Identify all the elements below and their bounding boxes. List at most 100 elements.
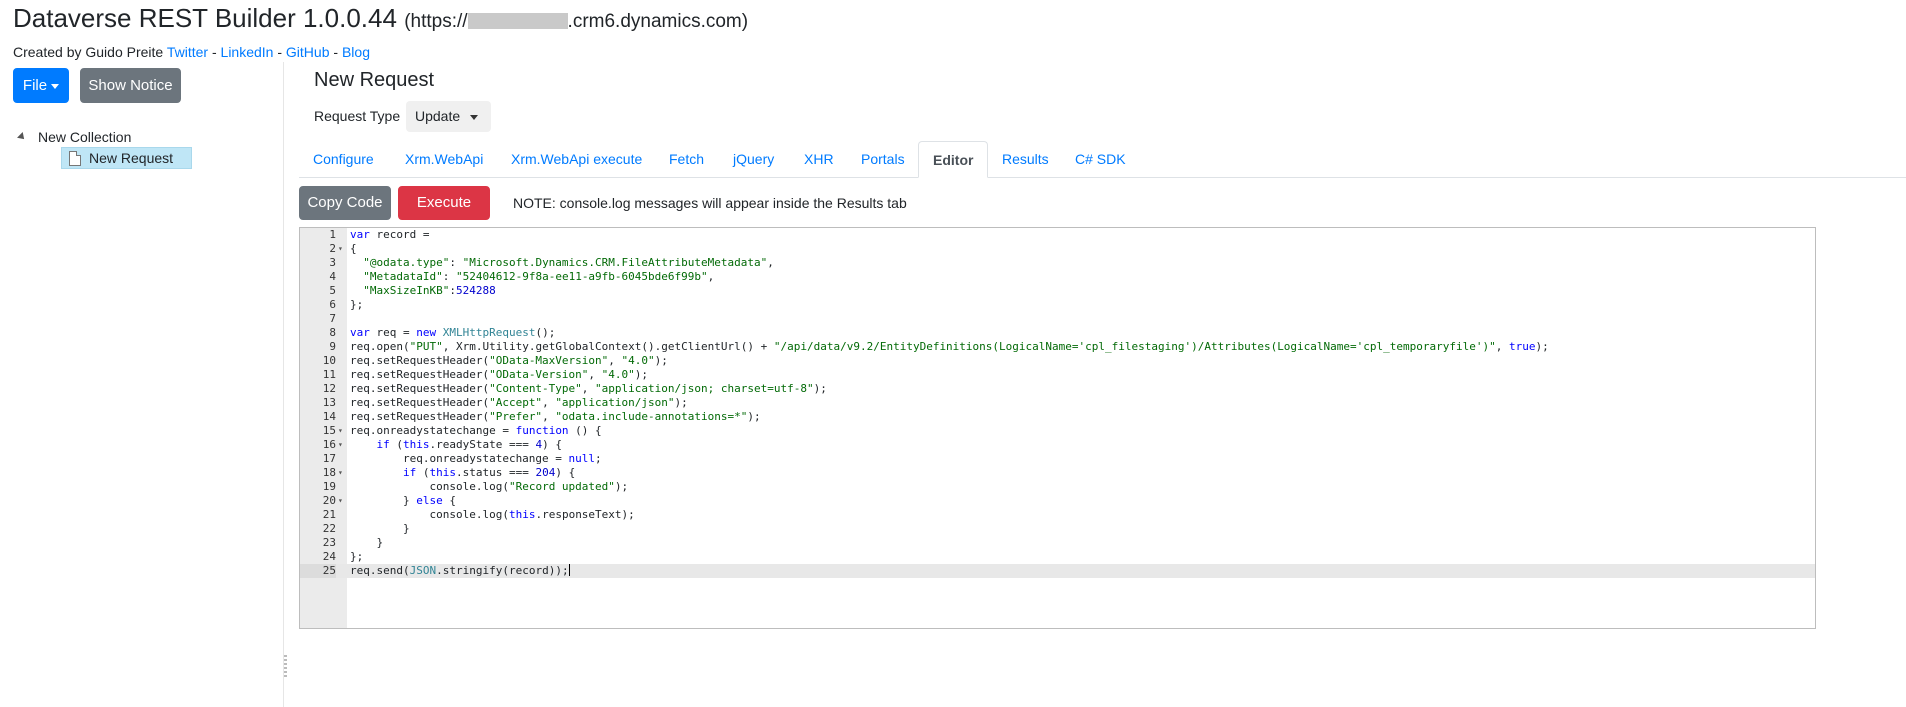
line-number: 21 <box>322 508 336 521</box>
twitter-link[interactable]: Twitter <box>167 44 208 60</box>
tab-results[interactable]: Results <box>1002 141 1049 178</box>
link-separator: - <box>277 44 283 60</box>
request-type-value: Update <box>415 108 461 124</box>
request-tabs: Configure Xrm.WebApi Xrm.WebApi execute … <box>299 141 1906 178</box>
request-type-dropdown[interactable]: Update <box>406 101 491 132</box>
code-line[interactable]: 19 console.log("Record updated"); <box>300 480 1815 494</box>
line-number: 24 <box>322 550 336 563</box>
code-line[interactable]: 5 "MaxSizeInKB":524288 <box>300 284 1815 298</box>
line-number: 10 <box>322 354 336 367</box>
fold-toggle-icon[interactable]: ▾ <box>338 438 343 452</box>
code-line[interactable]: 14 req.setRequestHeader("Prefer", "odata.… <box>300 410 1815 424</box>
link-separator: - <box>211 44 217 60</box>
org-url-prefix: (https:// <box>404 11 468 32</box>
fold-toggle-icon[interactable]: ▾ <box>338 466 343 480</box>
code-line[interactable]: 3 "@odata.type": "Microsoft.Dynamics.CRM… <box>300 256 1815 270</box>
line-number: 13 <box>322 396 336 409</box>
code-line[interactable]: 23 } <box>300 536 1815 550</box>
tab-portals[interactable]: Portals <box>861 141 905 178</box>
line-number: 19 <box>322 480 336 493</box>
code-line[interactable]: 9 req.open("PUT", Xrm.Utility.getGlobalCo… <box>300 340 1815 354</box>
fold-toggle-icon[interactable]: ▾ <box>338 242 343 256</box>
tab-fetch[interactable]: Fetch <box>669 141 704 178</box>
request-title: New Request <box>314 69 435 91</box>
code-line[interactable]: 8 var req = new XMLHttpRequest(); <box>300 326 1815 340</box>
code-line[interactable]: 17 req.onreadystatechange = null; <box>300 452 1815 466</box>
code-line[interactable]: 4 "MetadataId": "52404612-9f8a-ee11-a9fb… <box>300 270 1815 284</box>
tree-node-request[interactable]: New Request <box>61 147 192 169</box>
panel-resize-handle[interactable] <box>284 655 287 679</box>
credits-line: Created by Guido Preite Twitter - Linked… <box>13 44 748 60</box>
line-number: 6 <box>329 298 336 311</box>
tab-editor[interactable]: Editor <box>918 141 989 178</box>
code-line[interactable]: 24}; <box>300 550 1815 564</box>
copy-code-button[interactable]: Copy Code <box>299 186 391 220</box>
tab-xrm-webapi-execute[interactable]: Xrm.WebApi execute <box>511 141 642 178</box>
code-line[interactable]: 10 req.setRequestHeader("OData-MaxVersion… <box>300 354 1815 368</box>
org-url: (https:// .crm6.dynamics.com) <box>404 11 748 32</box>
code-line[interactable]: 11 req.setRequestHeader("OData-Version", … <box>300 368 1815 382</box>
expand-triangle-icon[interactable] <box>17 132 27 142</box>
file-menu-button[interactable]: File <box>13 68 69 103</box>
tab-xrm-webapi[interactable]: Xrm.WebApi <box>405 141 483 178</box>
code-line[interactable]: 21 console.log(this.responseText); <box>300 508 1815 522</box>
blog-link[interactable]: Blog <box>342 44 370 60</box>
redacted-org-name <box>467 13 568 29</box>
code-line[interactable]: 6}; <box>300 298 1815 312</box>
code-text: console.log("Record updated"); <box>350 480 629 493</box>
line-number: 4 <box>329 270 336 283</box>
code-text: }; <box>350 550 364 563</box>
file-icon <box>69 150 81 166</box>
code-editor[interactable]: 1 var record = 2 ▾{3 "@odata.type": "Micros… <box>299 227 1816 629</box>
code-line[interactable]: 12 req.setRequestHeader("Content-Type", "… <box>300 382 1815 396</box>
code-line[interactable]: 20 ▾ } else { <box>300 494 1815 508</box>
console-note: NOTE: console.log messages will appear i… <box>513 195 907 211</box>
line-number: 18 <box>322 466 336 479</box>
line-number: 3 <box>329 256 336 269</box>
request-label: New Request <box>89 150 174 166</box>
code-text: var req = new XMLHttpRequest(); <box>350 326 556 339</box>
code-text: req.setRequestHeader("OData-Version", "4… <box>350 368 649 381</box>
line-number: 16 <box>322 438 336 451</box>
caret-down-icon <box>470 114 479 120</box>
github-link[interactable]: GitHub <box>286 44 330 60</box>
code-text: var record = <box>350 228 430 241</box>
code-text: req.onreadystatechange = null; <box>350 452 602 465</box>
show-notice-button[interactable]: Show Notice <box>80 68 181 103</box>
code-text: req.open("PUT", Xrm.Utility.getGlobalCon… <box>350 340 1549 353</box>
line-number: 17 <box>322 452 336 465</box>
code-line[interactable]: 18 ▾ if (this.status === 204) { <box>300 466 1815 480</box>
code-line[interactable]: 16 ▾ if (this.readyState === 4) { <box>300 438 1815 452</box>
tab-xhr[interactable]: XHR <box>804 141 834 178</box>
code-text: if (this.readyState === 4) { <box>376 438 562 451</box>
code-text: req.setRequestHeader("Prefer", "odata.in… <box>350 410 761 423</box>
code-text: } else { <box>350 494 456 507</box>
fold-toggle-icon[interactable]: ▾ <box>338 494 343 508</box>
org-url-suffix: .crm6.dynamics.com) <box>567 11 749 32</box>
tab-configure[interactable]: Configure <box>313 141 374 178</box>
text-cursor <box>568 564 570 576</box>
code-line[interactable]: 25 req.send(JSON.stringify(record)); <box>300 564 1815 578</box>
code-line[interactable]: 15 ▾ req.onreadystatechange = function () … <box>300 424 1815 438</box>
line-number: 25 <box>300 564 336 578</box>
code-line[interactable]: 22 } <box>300 522 1815 536</box>
app-title: Dataverse REST Builder 1.0.0.44 (https:/… <box>13 0 748 37</box>
line-number: 14 <box>322 410 336 423</box>
code-text: "@odata.type": "Microsoft.Dynamics.CRM.F… <box>363 256 774 269</box>
line-number: 12 <box>322 382 336 395</box>
code-line[interactable]: 2 ▾ { <box>300 242 1815 256</box>
linkedin-link[interactable]: LinkedIn <box>221 44 274 60</box>
code-line[interactable]: 7 <box>300 312 1815 326</box>
code-text: console.log(this.responseText); <box>350 508 635 521</box>
code-line[interactable]: 13 req.setRequestHeader("Accept", "applic… <box>300 396 1815 410</box>
line-number: 15 <box>322 424 336 437</box>
fold-toggle-icon[interactable]: ▾ <box>338 424 343 438</box>
app-name: Dataverse REST Builder 1.0.0.44 <box>13 3 397 33</box>
tab-csharp-sdk[interactable]: C# SDK <box>1075 141 1126 178</box>
tab-jquery[interactable]: jQuery <box>733 141 774 178</box>
link-separator: - <box>333 44 339 60</box>
tree-node-collection[interactable]: New Collection <box>17 127 131 147</box>
code-line[interactable]: 1 var record = <box>300 228 1815 242</box>
line-number: 23 <box>322 536 336 549</box>
execute-code-button[interactable]: Execute Code <box>398 186 490 243</box>
